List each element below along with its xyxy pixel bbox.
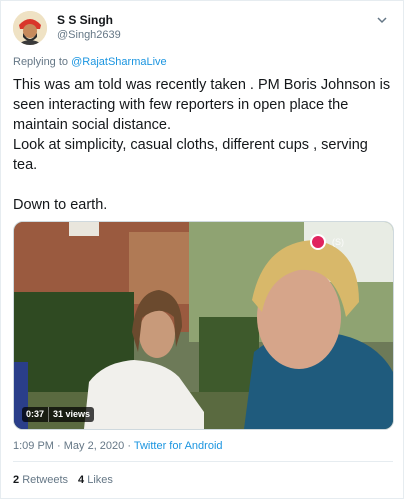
video-badge: 0:37 31 views [22, 407, 95, 422]
tweet-stats: 2 Retweets 4 Likes [13, 474, 113, 486]
video-player[interactable]: (S) 0:37 31 views [13, 221, 394, 430]
likes-label: Likes [87, 474, 113, 486]
retweets-count: 2 [13, 474, 20, 486]
tweet-header: S S Singh @Singh2639 [13, 11, 393, 47]
avatar[interactable] [13, 11, 47, 45]
chevron-down-icon[interactable] [375, 13, 389, 27]
likes-stat[interactable]: 4 Likes [78, 474, 113, 486]
reply-prefix: Replying to [13, 56, 69, 68]
likes-count: 4 [78, 474, 85, 486]
user-block: S S Singh @Singh2639 [57, 13, 121, 42]
retweets-stat[interactable]: 2 Retweets [13, 474, 68, 486]
reply-context: Replying to @RajatSharmaLive [13, 56, 167, 68]
video-views: 31 views [53, 409, 91, 419]
retweets-label: Retweets [22, 474, 69, 486]
tweet-card: S S Singh @Singh2639 Replying to @RajatS… [0, 0, 404, 499]
video-thumbnail [14, 222, 393, 429]
tweet-text: This was am told was recently taken . PM… [13, 77, 391, 213]
tweet-meta: 1:09 PM · May 2, 2020 · Twitter for Andr… [13, 440, 223, 452]
video-overlay-label: (S) [332, 237, 344, 247]
tweet-source-link[interactable]: Twitter for Android [134, 440, 223, 452]
record-icon [310, 234, 326, 250]
display-name[interactable]: S S Singh [57, 13, 121, 28]
user-handle[interactable]: @Singh2639 [57, 28, 121, 42]
avatar-image [13, 11, 47, 45]
reply-target-link[interactable]: @RajatSharmaLive [71, 56, 167, 68]
video-duration: 0:37 [26, 409, 45, 419]
divider [13, 461, 393, 462]
tweet-timestamp[interactable]: 1:09 PM · May 2, 2020 · [13, 440, 134, 452]
